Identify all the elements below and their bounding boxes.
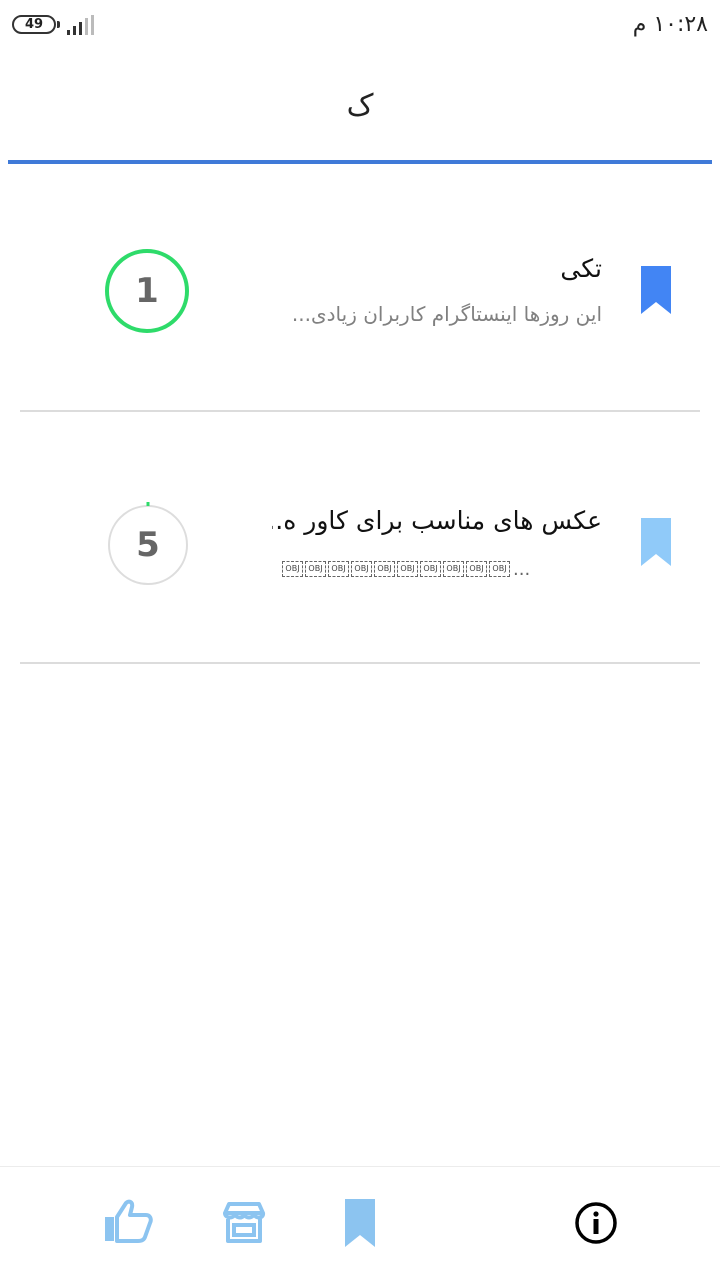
object-placeholder: OBJ (351, 561, 372, 577)
object-placeholder: OBJ (282, 561, 303, 577)
list-divider (20, 662, 700, 664)
info-icon (575, 1202, 617, 1244)
signal-icon (67, 15, 94, 35)
page-title: ک (346, 88, 374, 123)
nav-like-button[interactable] (102, 1197, 154, 1249)
nav-store-button[interactable] (218, 1197, 270, 1249)
counter-value: 5 (136, 525, 160, 565)
item-title: تکی (560, 254, 602, 283)
nav-info-button[interactable] (570, 1197, 622, 1249)
list-item[interactable]: عکس های مناسب برای کاور ه... OBJ OBJ OBJ… (0, 412, 720, 664)
item-title: عکس های مناسب برای کاور ه... (272, 506, 602, 535)
object-placeholder: OBJ (397, 561, 418, 577)
bookmark-icon (345, 1199, 375, 1247)
object-placeholder: OBJ (489, 561, 510, 577)
bookmark-icon[interactable] (641, 518, 671, 566)
list-item[interactable]: تکی این روزها اینستاگرام کاربران زیادی..… (0, 160, 720, 412)
app-screen: 49 ۱۰:۲۸ م ک تکی این روزها اینستاگرام کا… (0, 0, 720, 1280)
item-subtitle: OBJ OBJ OBJ OBJ OBJ OBJ OBJ OBJ OBJ OBJ … (282, 558, 552, 580)
object-placeholder: OBJ (374, 561, 395, 577)
thumbs-up-icon (105, 1199, 153, 1243)
object-placeholder: OBJ (466, 561, 487, 577)
bottom-navigation (0, 1166, 720, 1280)
counter-value: 1 (135, 271, 159, 311)
object-placeholder: OBJ (443, 561, 464, 577)
bookmark-icon[interactable] (641, 266, 671, 314)
progress-counter: 1 (104, 248, 190, 334)
clock: ۱۰:۲۸ م (632, 12, 708, 37)
progress-counter: 5 (105, 502, 191, 588)
battery-indicator: 49 (12, 15, 60, 34)
item-subtitle: این روزها اینستاگرام کاربران زیادی... (291, 302, 602, 326)
object-placeholder: OBJ (420, 561, 441, 577)
subtitle-ellipsis: ... (513, 558, 531, 580)
nav-bookmarks-button[interactable] (334, 1197, 386, 1249)
object-placeholder: OBJ (305, 561, 326, 577)
store-icon (223, 1202, 266, 1243)
status-bar: 49 ۱۰:۲۸ م (0, 0, 720, 50)
object-placeholder: OBJ (328, 561, 349, 577)
